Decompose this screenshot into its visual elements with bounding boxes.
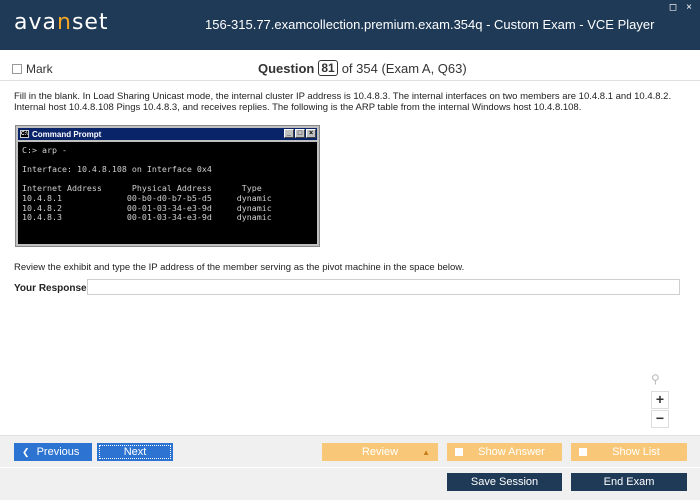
question-indicator: Question 81 of 354 (Exam A, Q63): [258, 60, 467, 76]
maximize-icon: □: [295, 129, 305, 138]
exhibit-title: Command Prompt: [32, 129, 102, 139]
show-answer-button[interactable]: Show Answer: [447, 443, 562, 461]
chevron-left-icon: ❮: [22, 446, 30, 457]
review-label: Review: [361, 446, 399, 458]
zoom-in-button[interactable]: +: [651, 391, 669, 409]
title-bar: avanset 156-315.77.examcollection.premiu…: [0, 0, 700, 50]
action-bar: Save Session End Exam: [0, 468, 700, 500]
exhibit-command-prompt: C:\ Command Prompt _ □ × C:> arp -​Inter…: [15, 125, 320, 247]
minimize-icon: _: [284, 129, 294, 138]
search-icon[interactable]: ⚲: [651, 372, 665, 386]
close-icon: ×: [306, 129, 316, 138]
question-number[interactable]: 81: [318, 60, 338, 76]
next-button[interactable]: Next: [97, 443, 173, 461]
end-exam-button[interactable]: End Exam: [571, 473, 687, 491]
window-controls: ◻ ×: [668, 3, 694, 13]
save-session-label: Save Session: [470, 476, 539, 488]
mark-label: Mark: [26, 62, 53, 76]
previous-label: Previous: [36, 446, 80, 458]
show-answer-label: Show Answer: [478, 446, 545, 458]
close-icon[interactable]: ×: [684, 3, 694, 13]
show-list-button[interactable]: Show List: [571, 443, 687, 461]
mark-checkbox[interactable]: Mark: [12, 62, 53, 76]
end-exam-label: End Exam: [603, 476, 655, 488]
next-label: Next: [123, 446, 147, 458]
console-line: Interface: 10.4.8.108 on Interface 0x4: [22, 164, 212, 175]
show-list-label: Show List: [612, 446, 660, 458]
checkbox-icon: [455, 448, 463, 456]
question-total: of 354 (Exam A, Q63): [341, 60, 467, 76]
checkbox-icon: [579, 448, 587, 456]
exhibit-titlebar: C:\ Command Prompt _ □ ×: [18, 128, 317, 140]
previous-button[interactable]: ❮ Previous: [14, 443, 92, 461]
checkbox-icon: [12, 64, 22, 74]
save-session-button[interactable]: Save Session: [447, 473, 562, 491]
console-line: 10.4.8.3 00-01-03-34-e3-9d dynamic: [22, 212, 272, 223]
question-header: Mark Question 81 of 354 (Exam A, Q63): [0, 57, 700, 81]
question-label: Question: [258, 60, 315, 76]
question-text: Fill in the blank. In Load Sharing Unica…: [14, 91, 672, 113]
response-input[interactable]: [87, 279, 680, 295]
terminal-icon: C:\: [20, 130, 29, 138]
exhibit-window-buttons: _ □ ×: [284, 129, 316, 138]
logo: avanset: [14, 10, 109, 35]
instruction-text: Review the exhibit and type the IP addre…: [14, 262, 465, 273]
restore-icon[interactable]: ◻: [668, 3, 678, 13]
navigation-bar: ❮ Previous Next Review ▲ Show Answer Sho…: [0, 435, 700, 467]
caret-up-icon: ▲: [422, 447, 430, 457]
review-button[interactable]: Review ▲: [322, 443, 438, 461]
exhibit-console: C:> arp -​Interface: 10.4.8.108 on Inter…: [18, 142, 317, 244]
console-line: C:> arp -: [22, 145, 67, 155]
response-label: Your Response:: [14, 283, 90, 294]
window-title: 156-315.77.examcollection.premium.exam.3…: [205, 17, 655, 32]
zoom-out-button[interactable]: −: [651, 410, 669, 428]
